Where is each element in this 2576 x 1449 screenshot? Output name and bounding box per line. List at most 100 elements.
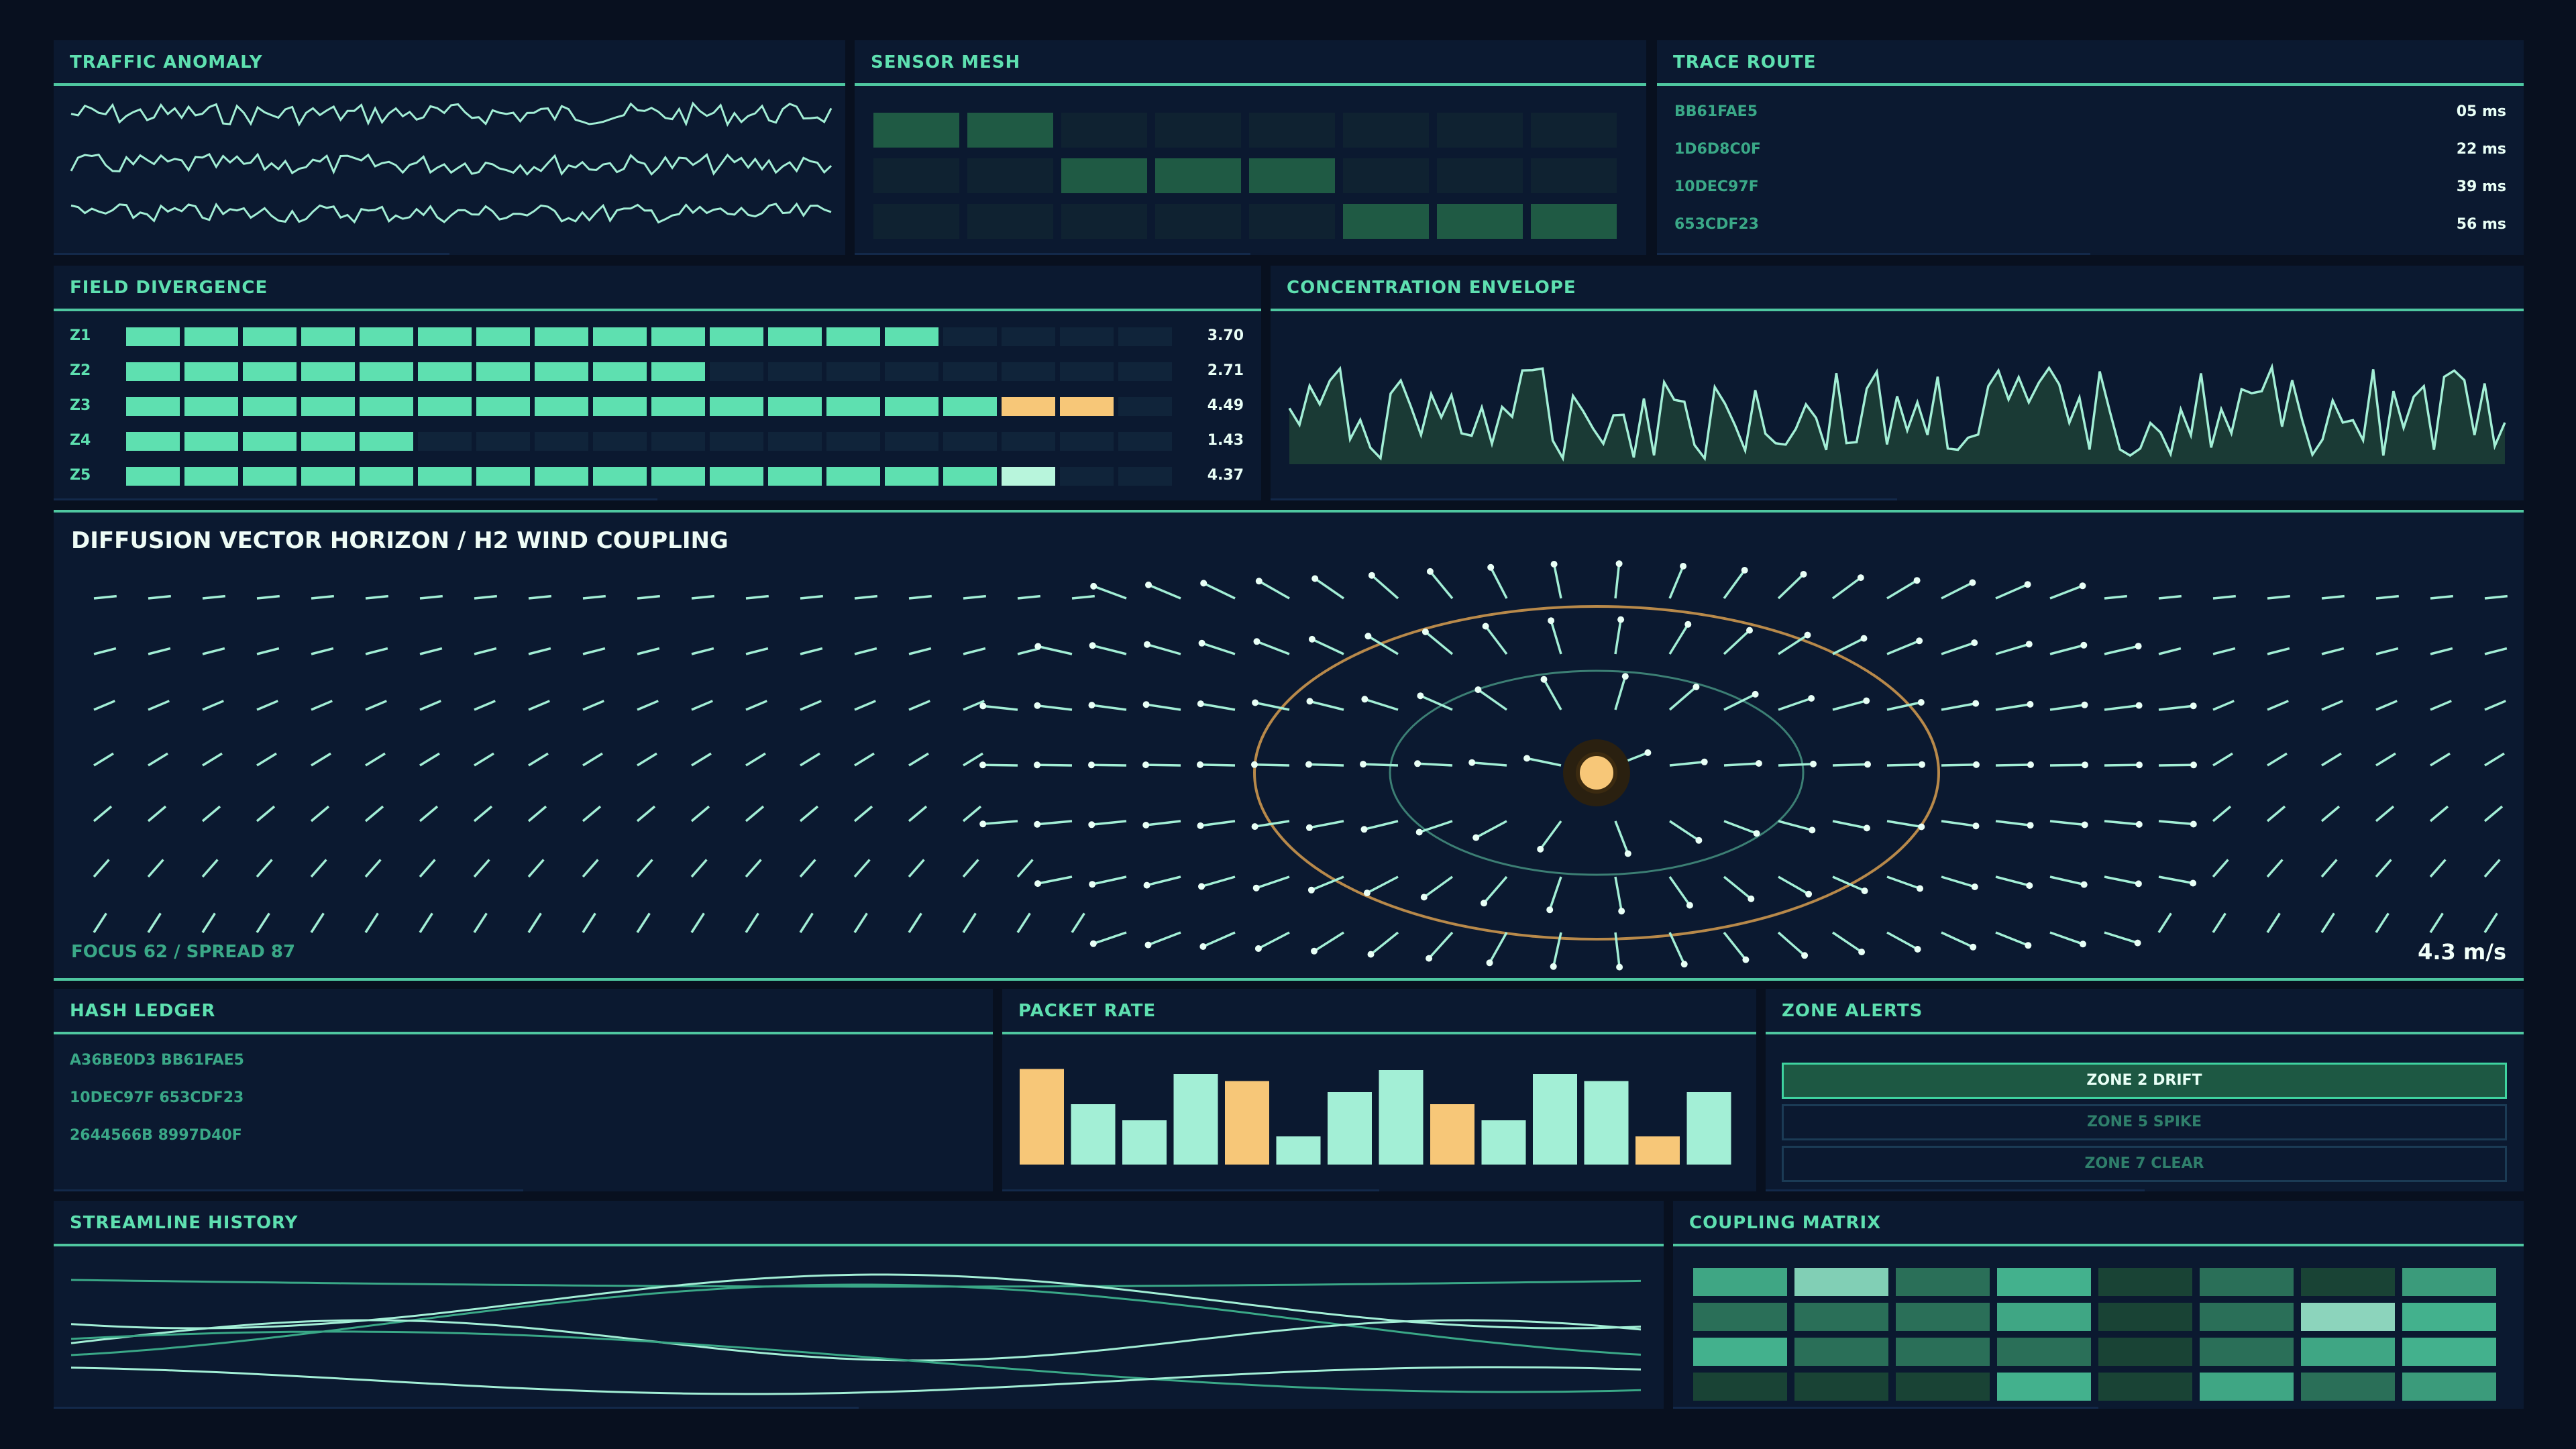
- coupling-cell: [1896, 1338, 1990, 1366]
- zone-alert-button[interactable]: ZONE 2 DRIFT: [1782, 1063, 2507, 1099]
- vector-arrow: [745, 594, 769, 600]
- traffic-series-line: [70, 202, 832, 224]
- vector-arrow: [148, 752, 168, 767]
- packet-bar: [1328, 1092, 1372, 1165]
- vector-arrow: [2484, 752, 2505, 767]
- vector-arrow: [147, 912, 162, 933]
- vector-tip: [1861, 888, 1868, 894]
- vector-arrow: [1832, 931, 1863, 953]
- trace-id: 1D6D8C0F: [1674, 141, 1761, 158]
- divergence-segment: [1002, 327, 1055, 346]
- packet-bar: [1225, 1081, 1269, 1165]
- divergence-segment: [885, 467, 938, 486]
- vector-tip: [1548, 617, 1555, 625]
- vector-tip: [1420, 894, 1428, 901]
- vector-arrow: [93, 859, 110, 878]
- vector-tip: [1618, 908, 1625, 915]
- vector-arrow: [745, 647, 769, 655]
- vector-tip: [1686, 902, 1693, 909]
- coupling-cell: [2402, 1268, 2496, 1296]
- vector-arrow: [1201, 875, 1236, 888]
- vector-arrow: [2212, 859, 2229, 878]
- divergence-segment: [710, 327, 763, 346]
- vector-tip: [1972, 700, 1980, 707]
- vector-arrow: [983, 704, 1018, 711]
- vector-arrow: [1258, 931, 1290, 950]
- divergence-segment: [418, 362, 472, 381]
- coupling-cell: [2098, 1268, 2192, 1296]
- vector-tip: [2027, 700, 2034, 708]
- vector-arrow: [93, 805, 113, 822]
- sensor-cell: [1155, 204, 1241, 239]
- coupling-cell: [1997, 1338, 2091, 1366]
- panel-header: ZONE ALERTS: [1766, 989, 2524, 1034]
- vector-arrow: [1146, 643, 1181, 655]
- vector-tip: [1090, 582, 1097, 590]
- divergence-segment: [360, 432, 413, 451]
- vector-arrow: [854, 752, 875, 767]
- hash-line: A36BE0D3 BB61FAE5: [70, 1052, 244, 1069]
- vector-tip: [2027, 822, 2034, 829]
- vector-tip: [1617, 616, 1625, 623]
- vector-arrow: [1314, 578, 1344, 600]
- vector-arrow: [1995, 703, 2031, 711]
- vector-tip: [1487, 564, 1495, 571]
- panel-footer-line: [54, 1407, 859, 1409]
- coupling-cell: [1997, 1268, 2091, 1296]
- vector-arrow: [365, 594, 388, 600]
- trace-route-panel: TRACE ROUTE BB61FAE5 05 ms 1D6D8C0F 22 ms …: [1657, 40, 2524, 255]
- zone-alert-button[interactable]: ZONE 5 SPIKE: [1782, 1104, 2507, 1140]
- vector-arrow: [2049, 931, 2084, 945]
- sensor-mesh-panel: SENSOR MESH: [855, 40, 1646, 255]
- vector-tip: [1748, 895, 1755, 902]
- vector-arrow: [1364, 820, 1399, 831]
- vector-tip: [1305, 761, 1312, 768]
- vector-tip: [1695, 837, 1703, 844]
- coupling-cell: [1896, 1303, 1990, 1331]
- coupling-cell: [2200, 1268, 2294, 1296]
- zone-alert-button[interactable]: ZONE 7 CLEAR: [1782, 1146, 2507, 1182]
- vector-tip: [1550, 561, 1558, 568]
- vector-arrow: [2320, 912, 2335, 933]
- vector-arrow: [1371, 574, 1399, 600]
- vector-arrow: [800, 752, 820, 767]
- field-divergence-bars: [126, 327, 1172, 486]
- divergence-segment: [301, 432, 355, 451]
- coupling-cell: [1794, 1303, 1888, 1331]
- vector-tip: [1746, 627, 1753, 634]
- vector-arrow: [1309, 700, 1344, 711]
- vector-arrow: [2266, 859, 2284, 878]
- vector-tip: [1860, 635, 1868, 642]
- vector-arrow: [1092, 644, 1127, 655]
- vector-arrow: [528, 752, 549, 767]
- vector-tip: [2025, 942, 2032, 949]
- vector-arrow: [2158, 647, 2182, 655]
- zone-value: 4.37: [1207, 467, 1244, 484]
- vector-tip: [1684, 621, 1692, 628]
- vector-arrow: [2212, 594, 2236, 600]
- vector-tip: [1307, 886, 1315, 894]
- trace-latency: 39 ms: [2456, 178, 2506, 195]
- divergence-segment: [1060, 362, 1114, 381]
- divergence-segment: [710, 397, 763, 416]
- vector-arrow: [1093, 931, 1127, 945]
- divergence-segment: [184, 397, 238, 416]
- vector-tip: [1144, 941, 1152, 949]
- divergence-segment: [1002, 432, 1055, 451]
- trace-latency: 56 ms: [2456, 216, 2506, 233]
- sensor-cell: [967, 113, 1053, 148]
- divergence-segment: [476, 362, 530, 381]
- divergence-segment: [243, 362, 297, 381]
- vector-arrow: [799, 912, 814, 933]
- sensor-cell: [1249, 204, 1335, 239]
- vector-arrow: [256, 700, 278, 711]
- vector-arrow: [745, 859, 762, 878]
- vector-arrow: [1489, 566, 1508, 599]
- coupling-cell: [2402, 1303, 2496, 1331]
- vector-tip: [1969, 579, 1976, 586]
- vector-arrow: [93, 912, 107, 933]
- vector-arrow: [908, 647, 932, 655]
- coupling-cell: [1794, 1373, 1888, 1401]
- sensor-cell: [1061, 158, 1147, 193]
- vector-arrow: [800, 700, 822, 711]
